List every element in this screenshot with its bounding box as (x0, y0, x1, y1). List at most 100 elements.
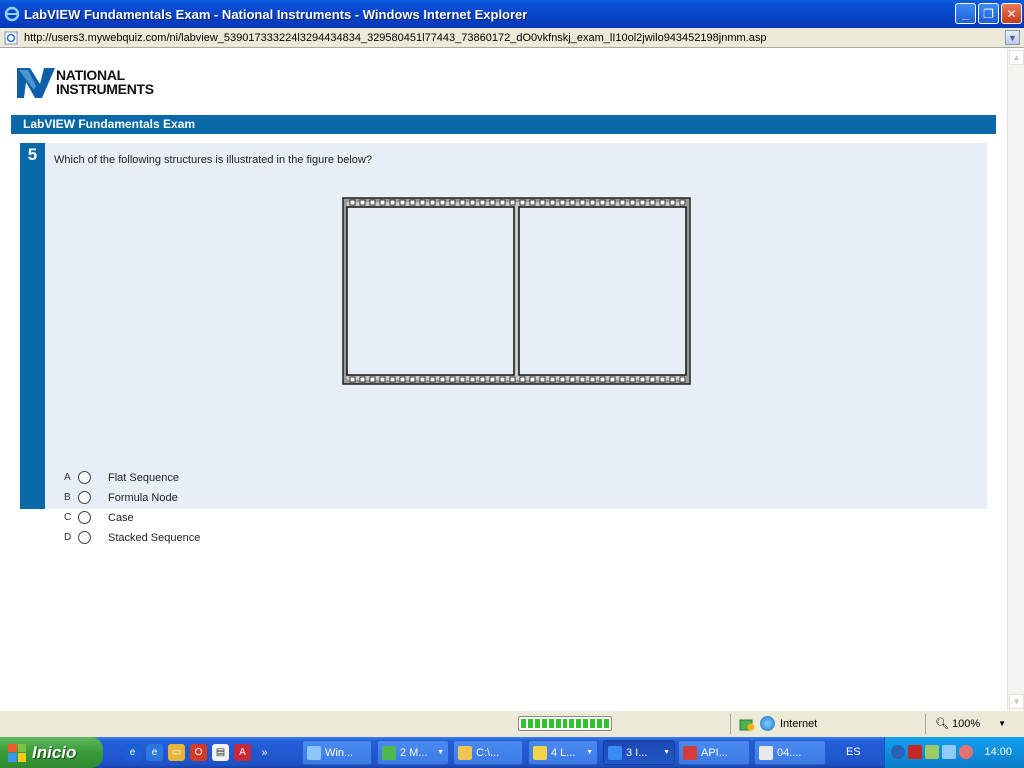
sprocket-hole (349, 376, 356, 383)
quick-launch-ie-icon[interactable]: e (146, 744, 163, 761)
taskbar-item-7[interactable]: 04.... (754, 740, 826, 765)
choice-label: Case (108, 511, 134, 524)
chevron-up-icon: ▲ (1012, 53, 1021, 62)
quick-launch-document-icon[interactable]: ▤ (212, 744, 229, 761)
chevron-down-icon: ▼ (1008, 32, 1017, 43)
security-zone[interactable]: Internet (760, 716, 817, 731)
taskbar-item-4[interactable]: 4 L... ▼ (528, 740, 598, 765)
progress-segment (576, 719, 582, 728)
question-number: 5 (20, 143, 45, 509)
choice-c[interactable]: C Case (64, 511, 134, 524)
sprocket-hole (439, 376, 446, 383)
sprocket-hole (379, 376, 386, 383)
radio-button-a[interactable] (78, 471, 91, 484)
minimize-button[interactable]: _ (955, 3, 976, 24)
sprocket-hole (609, 376, 616, 383)
sprocket-hole (559, 376, 566, 383)
quick-launch: e e ▭ O ▤ A » (124, 744, 273, 761)
sprocket-hole (589, 376, 596, 383)
ni-logo[interactable]: NATIONAL INSTRUMENTS (16, 64, 154, 100)
status-divider (925, 714, 926, 734)
address-dropdown-button[interactable]: ▼ (1005, 30, 1020, 45)
progress-segment (541, 719, 547, 728)
quick-launch-pdf-icon[interactable]: A (234, 744, 251, 761)
task-label: 4 L... (551, 746, 576, 759)
taskbar-item-3[interactable]: C:\... (453, 740, 523, 765)
sprocket-hole (679, 376, 686, 383)
quick-launch-opera-icon[interactable]: O (190, 744, 207, 761)
address-bar[interactable]: http://users3.mywebquiz.com/ni/labview_5… (0, 28, 1024, 48)
sprocket-hole (539, 376, 546, 383)
sprocket-hole (389, 376, 396, 383)
language-indicator[interactable]: ES (846, 746, 861, 758)
sprocket-hole (639, 199, 646, 206)
logo-line1: NATIONAL (56, 67, 125, 83)
taskbar-item-2[interactable]: 2 M... ▼ (377, 740, 449, 765)
sprocket-hole (539, 199, 546, 206)
tray-back-icon[interactable] (891, 745, 905, 759)
start-button[interactable]: Inicio (0, 737, 103, 768)
radio-button-b[interactable] (78, 491, 91, 504)
scroll-up-button[interactable]: ▲ (1009, 50, 1024, 65)
page-load-progress (518, 716, 612, 731)
zoom-control[interactable]: 🔍︎ 100% ▼ (935, 717, 1006, 731)
sprocket-hole (679, 199, 686, 206)
sprocket-hole (359, 376, 366, 383)
page-icon (4, 31, 18, 44)
sprocket-hole (659, 376, 666, 383)
radio-button-d[interactable] (78, 531, 91, 544)
maximize-button[interactable]: ❐ (978, 3, 999, 24)
tray-network-icon[interactable] (925, 745, 939, 759)
window-titlebar[interactable]: LabVIEW Fundamentals Exam - National Ins… (0, 0, 1024, 28)
chevron-down-icon: ▼ (663, 749, 670, 756)
close-button[interactable]: ✕ (1001, 3, 1022, 24)
vertical-scrollbar[interactable]: ▲ ▼ (1007, 49, 1024, 710)
sprocket-hole (379, 199, 386, 206)
quick-launch-more-icon[interactable]: » (256, 744, 273, 761)
sprocket-hole (449, 376, 456, 383)
sprocket-hole (619, 376, 626, 383)
scroll-down-button[interactable]: ▼ (1009, 694, 1024, 709)
task-label: 04.... (777, 746, 802, 759)
quick-launch-app-icon[interactable]: e (124, 744, 141, 761)
sprocket-hole (559, 199, 566, 206)
progress-segment (569, 719, 575, 728)
sprocket-hole (419, 199, 426, 206)
radio-button-c[interactable] (78, 511, 91, 524)
quick-launch-folder-icon[interactable]: ▭ (168, 744, 185, 761)
taskbar-item-5[interactable]: 3 I... ▼ (603, 740, 675, 765)
sprocket-hole (669, 376, 676, 383)
folder-icon (458, 745, 472, 760)
window-controls: _ ❐ ✕ (955, 3, 1022, 24)
choice-d[interactable]: D Stacked Sequence (64, 531, 200, 544)
sprocket-hole (369, 199, 376, 206)
sprocket-hole (599, 199, 606, 206)
sprocket-hole (459, 376, 466, 383)
sprocket-hole (619, 199, 626, 206)
chevron-down-icon: ▼ (437, 749, 444, 756)
sprocket-hole (599, 376, 606, 383)
progress-segment (583, 719, 589, 728)
url-text[interactable]: http://users3.mywebquiz.com/ni/labview_5… (24, 32, 766, 44)
sprocket-hole (459, 199, 466, 206)
document-icon (759, 745, 773, 760)
protected-mode-icon[interactable] (739, 716, 755, 732)
taskbar-item-1[interactable]: Win... (302, 740, 372, 765)
choice-b[interactable]: B Formula Node (64, 491, 178, 504)
choice-a[interactable]: A Flat Sequence (64, 471, 179, 484)
tray-computer-icon[interactable] (942, 745, 956, 759)
sprocket-hole (609, 199, 616, 206)
sprocket-hole (629, 376, 636, 383)
task-label: 3 I... (626, 746, 648, 759)
sprocket-hole (659, 199, 666, 206)
choice-label: Formula Node (108, 491, 178, 504)
zoom-level: 100% (951, 717, 981, 730)
tray-app-icon[interactable] (908, 745, 922, 759)
task-label: C:\... (476, 746, 500, 759)
zone-label: Internet (780, 717, 818, 730)
sprocket-hole (529, 376, 536, 383)
sprocket-hole (669, 199, 676, 206)
tray-security-icon[interactable] (959, 745, 973, 759)
sprocket-hole (359, 199, 366, 206)
taskbar-item-6[interactable]: API... (678, 740, 750, 765)
